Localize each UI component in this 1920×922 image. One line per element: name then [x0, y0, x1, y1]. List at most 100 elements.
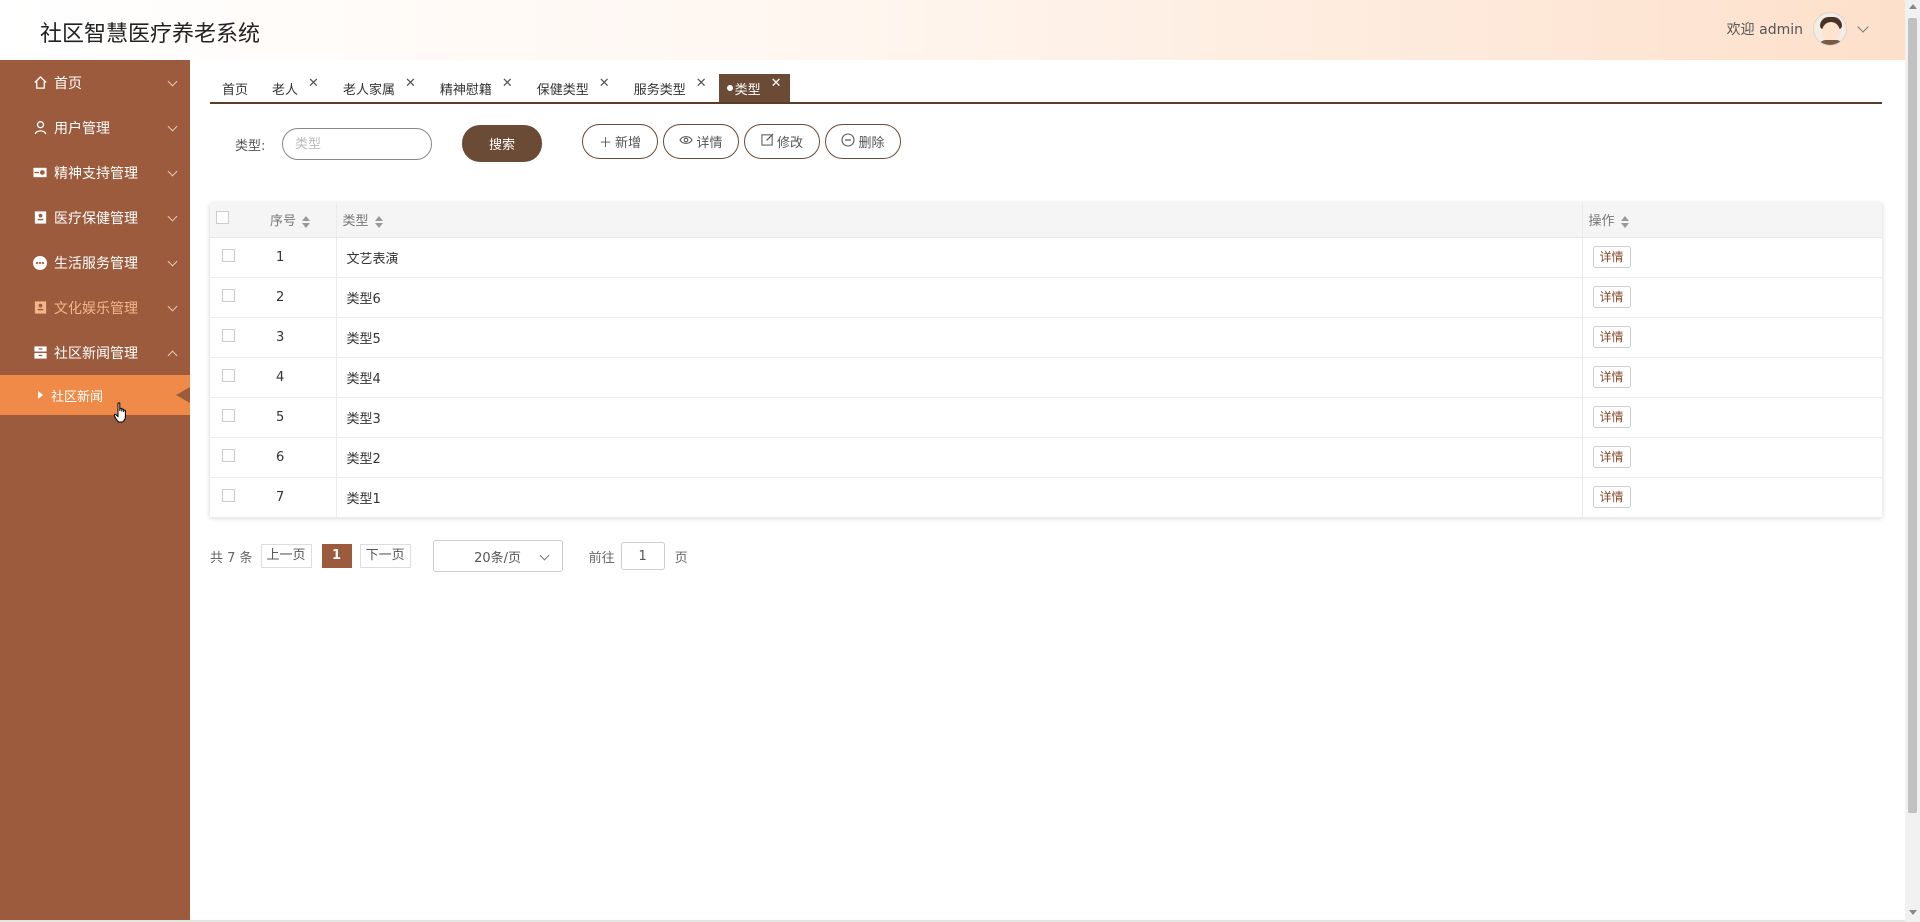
chevron-down-icon[interactable]	[1857, 21, 1869, 33]
next-page-button[interactable]: 下一页	[359, 544, 411, 568]
edit-icon	[761, 133, 774, 150]
goto-page-input[interactable]	[620, 542, 665, 570]
chevron-down-icon	[539, 550, 550, 561]
row-checkbox[interactable]	[222, 368, 235, 382]
tab-type[interactable]: 类型 ✕	[718, 74, 790, 102]
table-row: 4 类型4 详情	[210, 357, 1882, 398]
avatar[interactable]	[1813, 12, 1847, 46]
column-header-index[interactable]: 序号	[264, 203, 337, 238]
sidebar-subitem-label: 社区新闻	[51, 389, 104, 405]
caret-right-icon	[38, 391, 43, 399]
close-icon[interactable]: ✕	[502, 76, 513, 91]
row-index: 1	[264, 237, 337, 278]
avatar-face	[1822, 22, 1840, 42]
row-detail-button[interactable]: 详情	[1592, 286, 1631, 308]
avatar-body	[1818, 40, 1844, 45]
page-size-select[interactable]: 20条/页	[432, 540, 563, 572]
chevron-down-icon	[167, 256, 178, 267]
eye-icon	[679, 134, 694, 149]
row-checkbox[interactable]	[222, 328, 235, 342]
row-select-cell	[210, 277, 264, 318]
row-checkbox[interactable]	[222, 288, 235, 302]
tab-elderly[interactable]: 老人 ✕	[260, 74, 331, 102]
column-header-type[interactable]: 类型	[336, 203, 1583, 238]
page-number-current[interactable]: 1	[321, 544, 352, 568]
sidebar-item-label: 社区新闻管理	[54, 345, 138, 362]
tab-elderly-family[interactable]: 老人家属 ✕	[331, 74, 428, 102]
search-button[interactable]: 搜索	[462, 125, 542, 162]
medical-icon	[32, 210, 48, 226]
sidebar-item-community-news[interactable]: 社区新闻管理	[0, 330, 190, 375]
top-header: 社区智慧医疗养老系统 欢迎 admin	[0, 0, 1905, 60]
delete-button-label: 删除	[858, 136, 885, 151]
row-checkbox[interactable]	[222, 408, 235, 422]
archive-icon	[32, 345, 48, 361]
sidebar-item-culture[interactable]: 文化娱乐管理	[0, 285, 190, 330]
type-search-input[interactable]	[282, 128, 432, 160]
row-select-cell	[210, 397, 264, 438]
sidebar-item-life-service[interactable]: 生活服务管理	[0, 240, 190, 285]
detail-button[interactable]: 详情	[663, 124, 739, 159]
row-select-cell	[210, 317, 264, 358]
row-type: 类型1	[336, 477, 1583, 518]
tab-label: 首页	[222, 82, 249, 98]
row-index: 3	[264, 317, 337, 358]
row-detail-button[interactable]: 详情	[1592, 246, 1631, 268]
scrollbar-thumb[interactable]	[1908, 18, 1917, 813]
user-menu[interactable]: 欢迎 admin	[1726, 12, 1869, 46]
chevron-down-icon	[167, 301, 178, 312]
tab-care-type[interactable]: 保健类型 ✕	[525, 74, 622, 102]
row-detail-button[interactable]: 详情	[1592, 446, 1631, 468]
tab-service-type[interactable]: 服务类型 ✕	[622, 74, 719, 102]
row-actions: 详情	[1582, 437, 1882, 478]
tab-mental-comfort[interactable]: 精神慰籍 ✕	[428, 74, 525, 102]
row-index: 2	[264, 277, 337, 318]
select-all-checkbox[interactable]	[216, 211, 229, 225]
row-select-cell	[210, 437, 264, 478]
row-detail-button[interactable]: 详情	[1592, 486, 1631, 508]
pagination: 共 7 条 上一页 1 下一页 20条/页 前往 页	[210, 540, 688, 572]
table-row: 5 类型3 详情	[210, 397, 1882, 438]
scroll-up-arrow-icon[interactable]	[1909, 4, 1917, 9]
close-icon[interactable]: ✕	[696, 76, 707, 91]
tab-label: 类型	[734, 82, 761, 98]
welcome-text: 欢迎 admin	[1726, 22, 1803, 38]
table-row: 3 类型5 详情	[210, 317, 1882, 358]
close-icon[interactable]: ✕	[771, 76, 782, 91]
row-detail-button[interactable]: 详情	[1592, 326, 1631, 348]
add-button[interactable]: ＋ 新增	[582, 124, 658, 159]
close-icon[interactable]: ✕	[308, 76, 319, 91]
row-index: 7	[264, 477, 337, 518]
sidebar-item-home[interactable]: 首页	[0, 60, 190, 105]
column-header-operation[interactable]: 操作	[1582, 203, 1882, 238]
row-checkbox[interactable]	[222, 248, 235, 262]
plus-icon: ＋	[598, 136, 612, 151]
tab-label: 老人家属	[342, 82, 395, 98]
sidebar-item-users[interactable]: 用户管理	[0, 105, 190, 150]
goto-label: 前往	[588, 550, 615, 566]
sidebar-item-medical-care[interactable]: 医疗保健管理	[0, 195, 190, 240]
row-select-cell	[210, 477, 264, 518]
culture-icon	[32, 300, 48, 316]
row-detail-button[interactable]: 详情	[1592, 366, 1631, 388]
row-detail-button[interactable]: 详情	[1592, 406, 1631, 428]
prev-page-button[interactable]: 上一页	[260, 544, 312, 568]
row-checkbox[interactable]	[222, 488, 235, 502]
sidebar-subitem-community-news[interactable]: 社区新闻	[0, 375, 190, 415]
chevron-up-icon	[167, 350, 178, 361]
row-checkbox[interactable]	[222, 448, 235, 462]
sidebar-item-mental-support[interactable]: 精神支持管理	[0, 150, 190, 195]
delete-button[interactable]: 删除	[825, 124, 901, 159]
scroll-down-arrow-icon[interactable]	[1909, 910, 1917, 915]
table-header-row: 序号 类型 操作	[210, 203, 1882, 238]
sort-icon[interactable]	[302, 215, 311, 228]
sort-icon[interactable]	[374, 215, 383, 228]
chevron-down-icon	[167, 121, 178, 132]
close-icon[interactable]: ✕	[599, 76, 610, 91]
row-type: 类型5	[336, 317, 1583, 358]
close-icon[interactable]: ✕	[405, 76, 416, 91]
tab-home[interactable]: 首页	[210, 74, 260, 102]
sort-icon[interactable]	[1620, 215, 1629, 228]
edit-button[interactable]: 修改	[744, 124, 820, 159]
vertical-scrollbar[interactable]	[1905, 0, 1920, 922]
